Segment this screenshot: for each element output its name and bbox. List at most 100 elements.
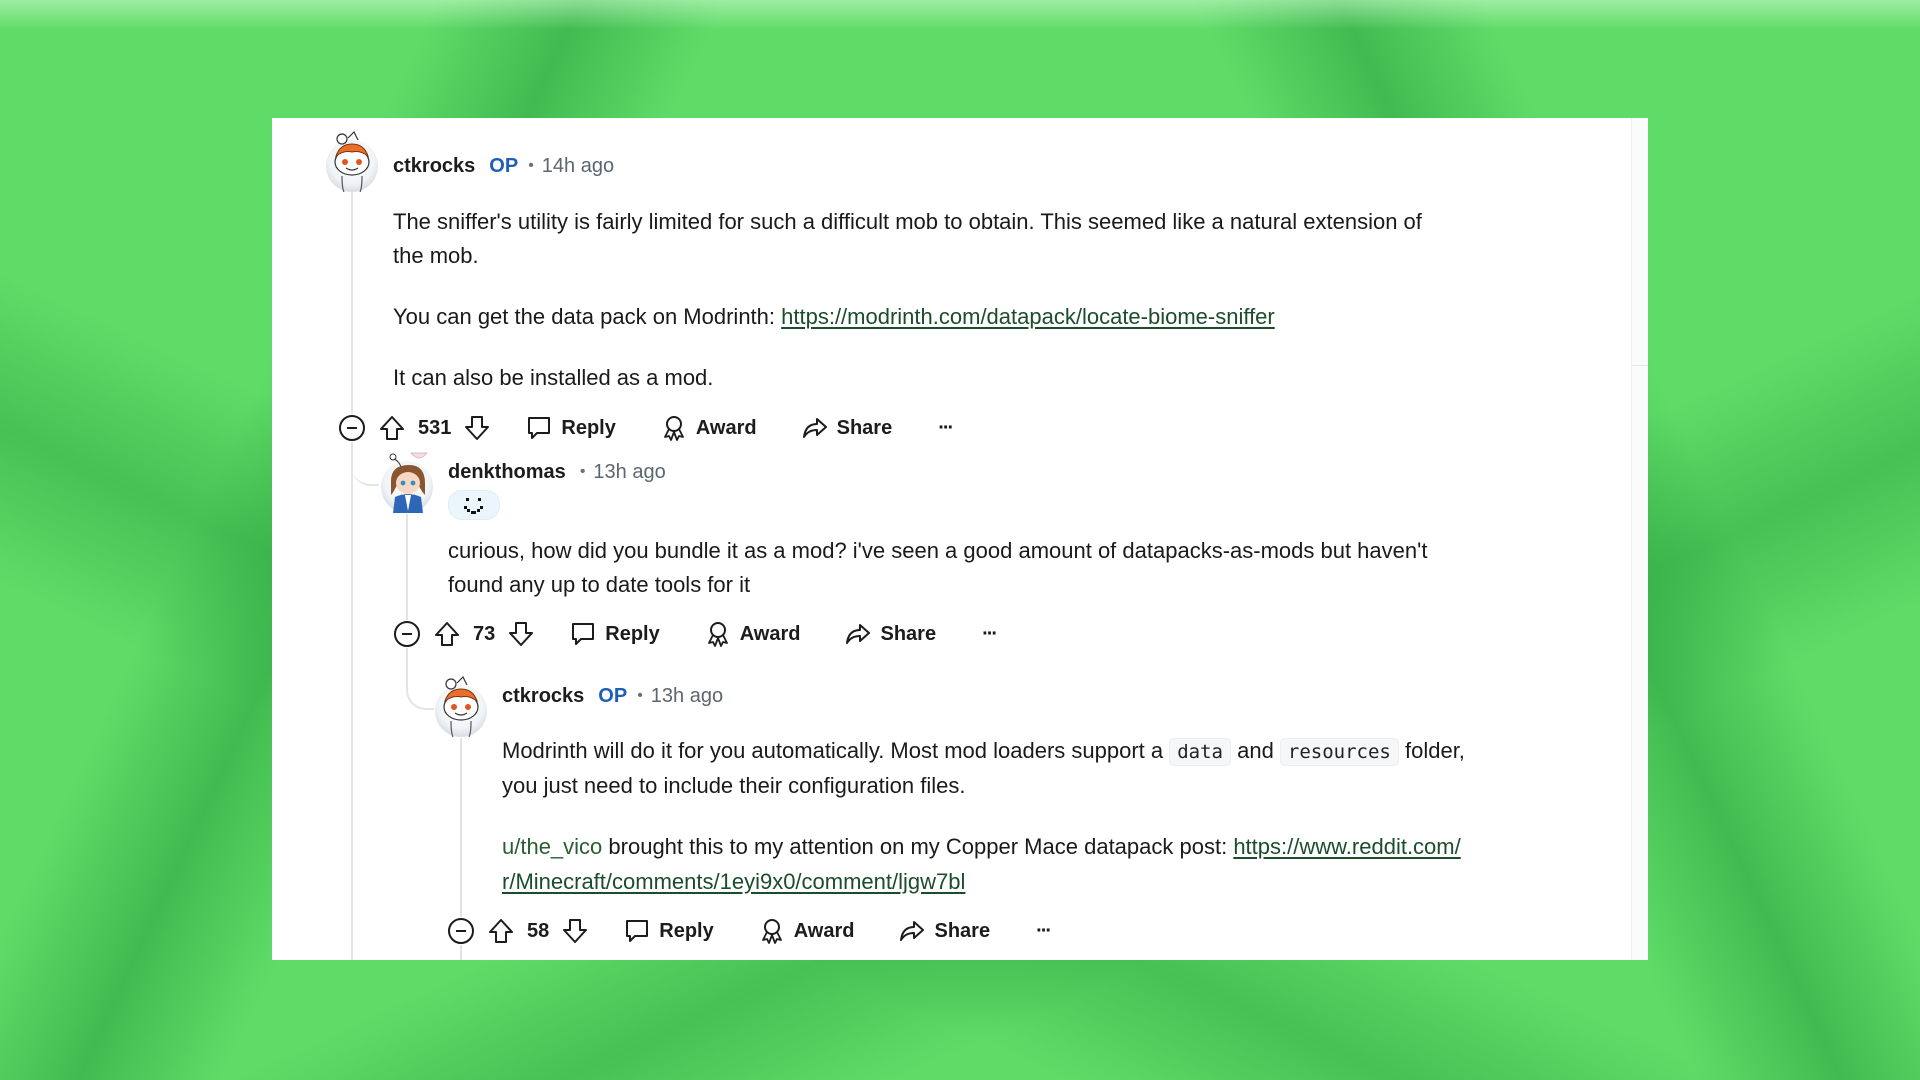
comment-body-line: Modrinth will do it for you automaticall… xyxy=(502,734,1465,769)
background-glow xyxy=(0,0,1920,30)
snoo-avatar-icon xyxy=(334,130,370,192)
username[interactable]: ctkrocks xyxy=(393,155,475,178)
downvote-button[interactable] xyxy=(507,620,535,648)
avatar[interactable] xyxy=(326,130,378,192)
share-button[interactable]: Share xyxy=(844,620,936,648)
comment-body-line: u/the_vico brought this to my attention … xyxy=(502,830,1461,864)
op-badge: OP xyxy=(489,154,519,177)
avatar[interactable] xyxy=(381,452,433,513)
anime-avatar-icon xyxy=(389,452,429,513)
award-label: Award xyxy=(739,622,801,645)
collapse-button[interactable] xyxy=(447,917,475,945)
award-ribbon-icon xyxy=(761,919,782,944)
thread-line-level-2[interactable] xyxy=(406,514,408,634)
vote-score: 73 xyxy=(473,622,496,645)
body-text: brought this to my attention on my Coppe… xyxy=(602,834,1234,859)
comment-actions: 58 Reply Award Share ··· xyxy=(487,913,1052,949)
upvote-arrow-icon xyxy=(380,416,404,440)
body-text: You can get the data pack on Modrinth: xyxy=(393,304,782,329)
snoo-avatar-icon xyxy=(443,675,479,737)
upvote-button[interactable] xyxy=(378,414,406,442)
comment-thread-card: ctkrocks OP • 14h ago The sniffer's util… xyxy=(272,118,1648,960)
comment-body-line: found any up to date tools for it xyxy=(448,568,750,602)
reddit-comment-link[interactable]: r/Minecraft/comments/1eyi9x0/comment/ljg… xyxy=(502,869,965,894)
award-label: Award xyxy=(793,919,855,942)
comment-bubble-icon xyxy=(572,623,595,645)
share-arrow-icon xyxy=(802,418,827,438)
thread-line-level-1[interactable] xyxy=(351,192,353,960)
reddit-comment-link[interactable]: https://www.reddit.com/ xyxy=(1233,834,1460,859)
upvote-arrow-icon xyxy=(489,919,513,943)
share-button[interactable]: Share xyxy=(898,917,990,945)
more-options-button[interactable]: ··· xyxy=(938,416,954,440)
more-options-button[interactable]: ··· xyxy=(982,622,998,646)
more-dots-icon: ··· xyxy=(982,622,998,645)
username[interactable]: denkthomas xyxy=(448,461,566,484)
comment-actions: 73 Reply Award Share ··· xyxy=(433,616,998,652)
share-label: Share xyxy=(934,919,991,942)
award-ribbon-icon xyxy=(707,622,728,647)
body-text: curious, how did you bundle it as a mod?… xyxy=(448,538,1428,563)
reply-button[interactable]: Reply xyxy=(569,620,660,648)
scrollbar-track[interactable] xyxy=(1631,118,1648,960)
op-badge: OP xyxy=(598,684,628,707)
collapse-minus-icon xyxy=(448,918,474,944)
timestamp[interactable]: 13h ago xyxy=(593,461,665,484)
reply-button[interactable]: Reply xyxy=(623,917,714,945)
award-button[interactable]: Award xyxy=(660,414,757,442)
comment-body-line: It can also be installed as a mod. xyxy=(393,361,713,395)
meta-separator: • xyxy=(528,157,534,174)
pixel-smiley-icon xyxy=(464,498,483,514)
collapse-button[interactable] xyxy=(393,620,421,648)
comment-meta: denkthomas • 13h ago xyxy=(448,460,666,484)
body-text: found any up to date tools for it xyxy=(448,572,751,597)
upvote-button[interactable] xyxy=(487,917,515,945)
collapse-minus-icon xyxy=(394,621,420,647)
downvote-button[interactable] xyxy=(561,917,589,945)
body-text: It can also be installed as a mod. xyxy=(393,365,714,390)
comment-actions: 531 Reply Award Share ··· xyxy=(378,410,954,446)
comment-bubble-icon xyxy=(528,417,551,439)
timestamp[interactable]: 13h ago xyxy=(651,685,723,708)
reply-label: Reply xyxy=(561,416,616,439)
reply-label: Reply xyxy=(659,919,714,942)
share-label: Share xyxy=(880,622,937,645)
body-text: and xyxy=(1230,738,1280,763)
share-arrow-icon xyxy=(900,921,925,941)
username[interactable]: ctkrocks xyxy=(502,685,584,708)
user-mention-link[interactable]: u/the_vico xyxy=(502,834,602,859)
modrinth-link[interactable]: https://modrinth.com/datapack/locate-bio… xyxy=(781,304,1275,329)
share-arrow-icon xyxy=(846,624,871,644)
comment-meta: ctkrocks OP • 14h ago xyxy=(393,154,614,178)
downvote-button[interactable] xyxy=(463,414,491,442)
body-text: Modrinth will do it for you automaticall… xyxy=(502,738,1170,763)
vote-score: 531 xyxy=(418,416,452,439)
timestamp[interactable]: 14h ago xyxy=(542,155,614,178)
comment-body-line: The sniffer's utility is fairly limited … xyxy=(393,205,1422,239)
comment-body-line: r/Minecraft/comments/1eyi9x0/comment/ljg… xyxy=(502,865,965,899)
award-ribbon-icon xyxy=(663,416,684,441)
share-button[interactable]: Share xyxy=(801,414,892,442)
reply-label: Reply xyxy=(605,622,660,645)
award-button[interactable]: Award xyxy=(758,917,855,945)
avatar[interactable] xyxy=(435,675,487,737)
comment-body-line: the mob. xyxy=(393,239,479,273)
vote-score: 58 xyxy=(527,919,550,942)
comment-meta: ctkrocks OP • 13h ago xyxy=(502,684,723,708)
more-dots-icon: ··· xyxy=(938,416,954,439)
body-text: folder, xyxy=(1398,738,1465,763)
award-button[interactable]: Award xyxy=(704,620,801,648)
user-flair xyxy=(448,490,500,520)
inline-code: data xyxy=(1169,738,1231,766)
comment-body-line: You can get the data pack on Modrinth: h… xyxy=(393,300,1275,334)
upvote-button[interactable] xyxy=(433,620,461,648)
thread-connector-reply-1 xyxy=(351,444,379,486)
reply-button[interactable]: Reply xyxy=(525,414,616,442)
thread-connector-reply-2 xyxy=(406,648,434,710)
more-options-button[interactable]: ··· xyxy=(1036,920,1052,943)
meta-separator: • xyxy=(579,463,586,480)
comment-body-line: curious, how did you bundle it as a mod?… xyxy=(448,534,1427,568)
body-text: The sniffer's utility is fairly limited … xyxy=(393,209,1422,234)
comment-bubble-icon xyxy=(626,920,649,942)
collapse-button[interactable] xyxy=(338,414,366,442)
